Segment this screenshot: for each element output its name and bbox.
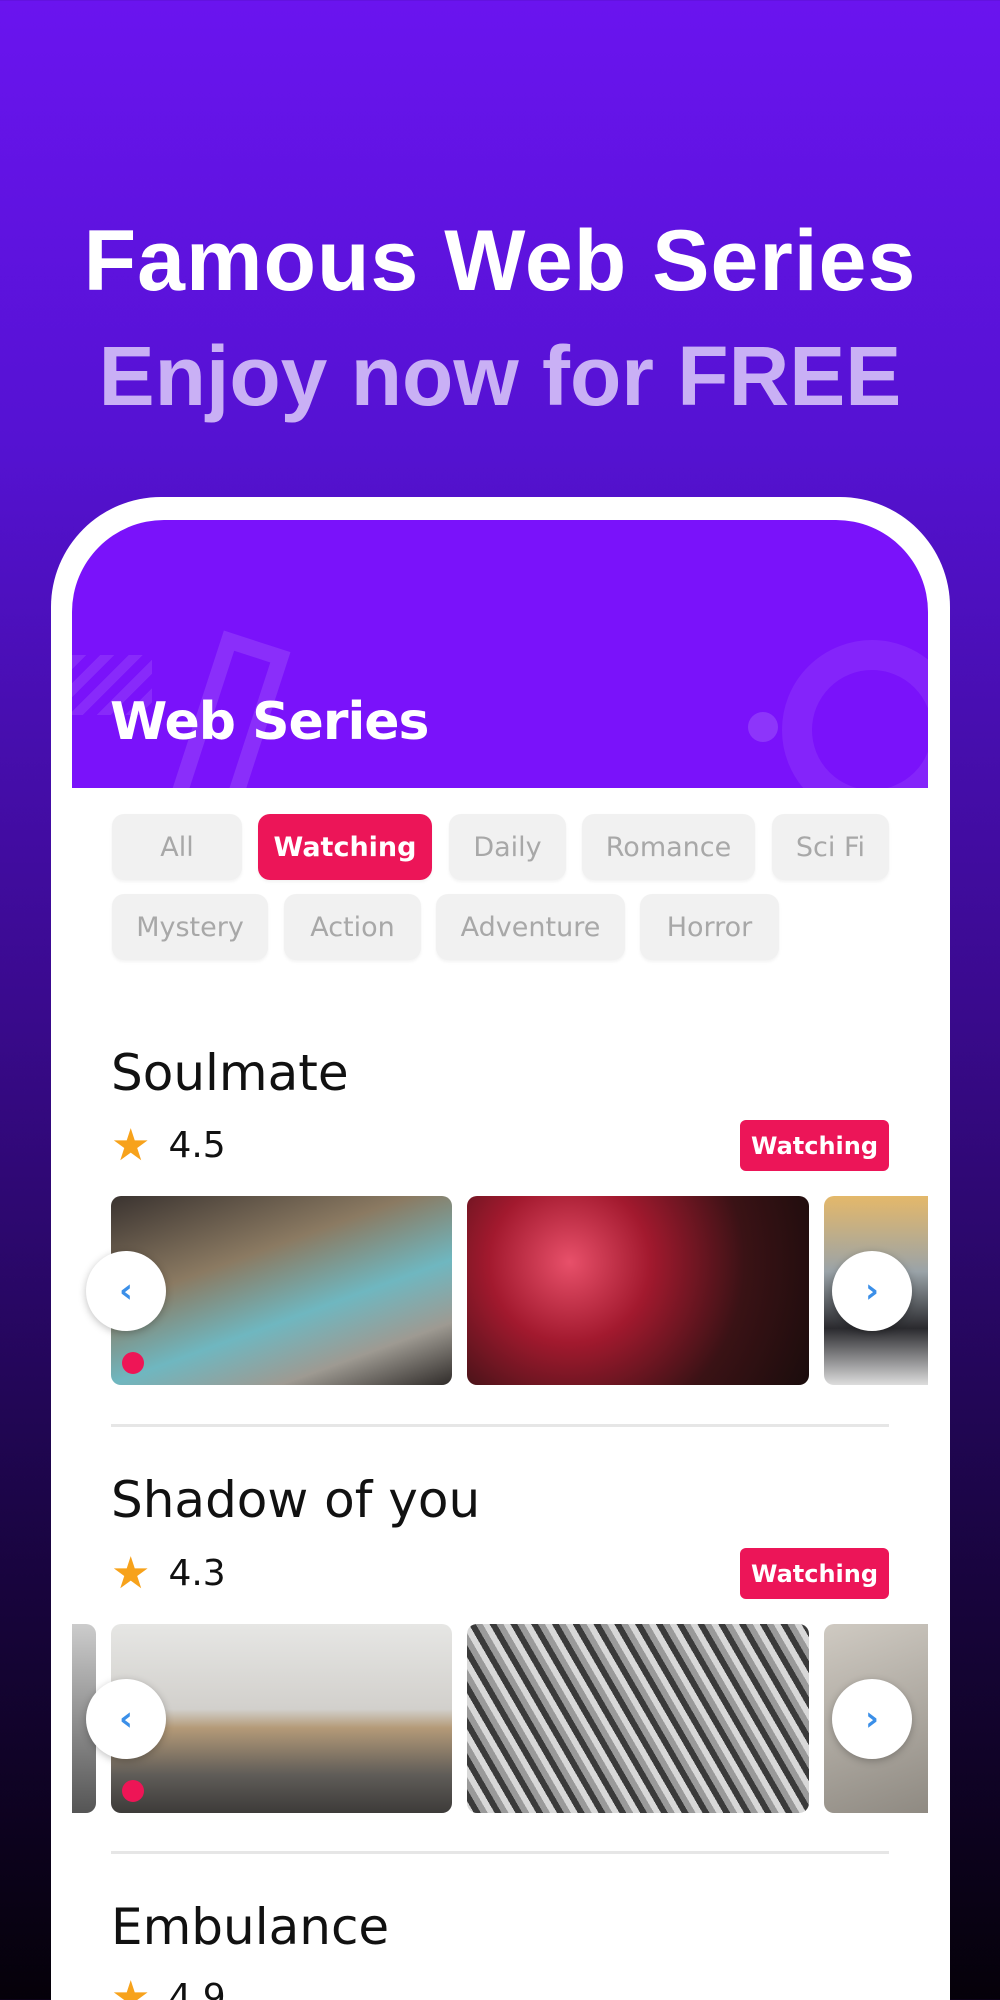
chip-horror[interactable]: Horror <box>640 894 779 960</box>
carousel-next-button[interactable]: › <box>832 1251 912 1331</box>
indicator-dot <box>122 1352 144 1374</box>
status-badge: Watching <box>740 1548 889 1599</box>
chip-adventure[interactable]: Adventure <box>436 894 625 960</box>
series-rating: ★ 4.5 <box>111 1120 226 1171</box>
header-title: Web Series <box>110 692 430 752</box>
chevron-left-icon: ‹ <box>118 1699 133 1739</box>
star-icon: ★ <box>111 1120 151 1171</box>
rating-value: 4.3 <box>168 1553 226 1594</box>
rating-value: 4.5 <box>168 1125 226 1166</box>
series-rating: ★ 4.3 <box>111 1548 226 1599</box>
chip-daily[interactable]: Daily <box>449 814 566 880</box>
chip-mystery[interactable]: Mystery <box>112 894 268 960</box>
rating-value: 4.9 <box>168 1977 226 2000</box>
decoration <box>782 640 928 788</box>
chevron-right-icon: › <box>864 1271 879 1311</box>
status-badge: Watching <box>740 1120 889 1171</box>
series-rating: ★ 4.9 <box>111 1972 226 2000</box>
indicator-dot <box>122 1780 144 1802</box>
chip-watching[interactable]: Watching <box>258 814 432 880</box>
hero-subtitle: Enjoy now for FREE <box>98 329 902 423</box>
chip-action[interactable]: Action <box>284 894 421 960</box>
series-title[interactable]: Shadow of you <box>111 1471 480 1529</box>
app-screen: Web Series All Watching Daily Romance Sc… <box>72 520 928 2000</box>
chip-romance[interactable]: Romance <box>582 814 755 880</box>
chip-sci-fi[interactable]: Sci Fi <box>772 814 889 880</box>
hero-title: Famous Web Series <box>83 213 917 309</box>
episode-thumbnail[interactable] <box>467 1624 809 1813</box>
divider <box>111 1424 889 1427</box>
star-icon: ★ <box>111 1548 151 1599</box>
episode-thumbnail[interactable] <box>467 1196 809 1385</box>
chip-all[interactable]: All <box>112 814 242 880</box>
decoration <box>748 712 778 742</box>
chevron-left-icon: ‹ <box>118 1271 133 1311</box>
carousel-next-button[interactable]: › <box>832 1679 912 1759</box>
series-title[interactable]: Soulmate <box>111 1044 349 1102</box>
series-title[interactable]: Embulance <box>111 1898 389 1956</box>
app-header: Web Series <box>72 520 928 788</box>
chevron-right-icon: › <box>864 1699 879 1739</box>
carousel-prev-button[interactable]: ‹ <box>86 1679 166 1759</box>
star-icon: ★ <box>111 1972 151 2000</box>
carousel-prev-button[interactable]: ‹ <box>86 1251 166 1331</box>
divider <box>111 1851 889 1854</box>
